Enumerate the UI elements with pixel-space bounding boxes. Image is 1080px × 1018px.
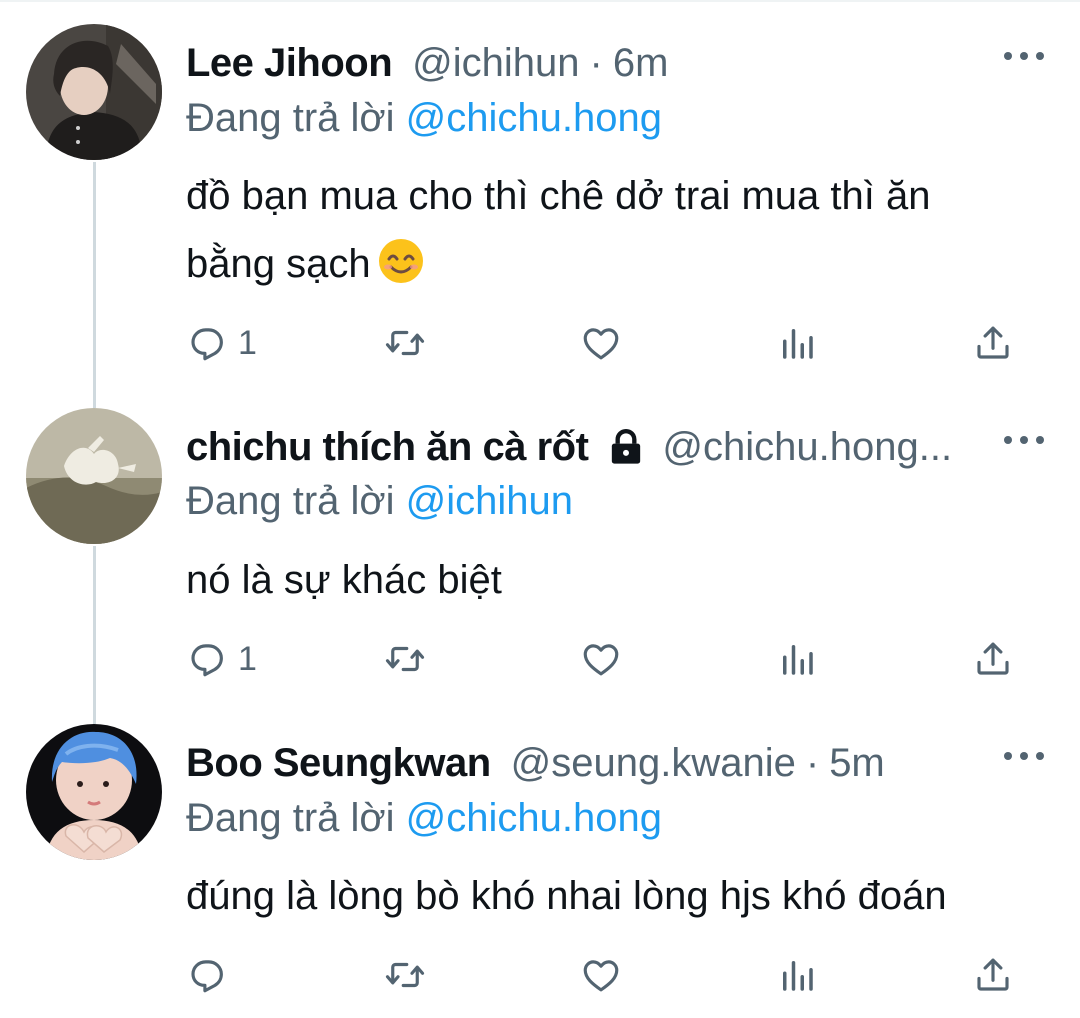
- heart-icon: [583, 960, 619, 992]
- more-icon[interactable]: [1004, 746, 1044, 766]
- username[interactable]: @seung.kwanie: [511, 738, 796, 788]
- like-button[interactable]: [580, 634, 622, 684]
- username[interactable]: @chichu.hong...: [662, 422, 1000, 472]
- display-name[interactable]: chichu thích ăn cà rốt: [186, 422, 589, 472]
- replying-to-label: Đang trả lời: [186, 96, 395, 140]
- replying-to-label: Đang trả lời: [186, 796, 395, 840]
- tweet-actions: 1: [186, 318, 1026, 368]
- reply-button[interactable]: [186, 950, 238, 1000]
- heart-icon: [583, 328, 619, 360]
- replying-to: Đang trả lời @chichu.hong: [186, 93, 662, 143]
- share-button[interactable]: [972, 950, 1014, 1000]
- reply-count: 1: [238, 639, 257, 678]
- lock-icon: [612, 428, 641, 464]
- mention-link[interactable]: @ichihun: [406, 479, 573, 523]
- tweet-text: nó là sự khác biệt: [186, 546, 1046, 614]
- tweet-actions: 1: [186, 634, 1026, 684]
- reply-icon: [191, 960, 223, 993]
- display-name[interactable]: Boo Seungkwan: [186, 738, 491, 788]
- tweet-header: Boo Seungkwan @seung.kwanie · 5m: [186, 738, 1000, 788]
- share-icon: [977, 642, 1009, 675]
- tweet[interactable]: chichu thích ăn cà rốt @chichu.hong... Đ…: [0, 400, 1080, 720]
- tweet-text-line: đúng là lòng bò khó nhai lòng hjs khó đo…: [186, 874, 947, 918]
- separator-dot: ·: [805, 741, 820, 785]
- smiling-face-emoji: [378, 239, 423, 283]
- views-icon: [783, 645, 813, 675]
- avatar[interactable]: [26, 408, 162, 544]
- views-icon: [783, 961, 813, 991]
- timestamp[interactable]: 6m: [613, 38, 669, 88]
- retweet-icon: [385, 962, 425, 988]
- replying-to: Đang trả lời @ichihun: [186, 476, 573, 526]
- tweet-actions: [186, 950, 1026, 1000]
- display-name[interactable]: Lee Jihoon: [186, 38, 393, 88]
- reply-icon: [191, 328, 223, 361]
- views-button[interactable]: [776, 318, 818, 368]
- like-button[interactable]: [580, 950, 622, 1000]
- replying-to: Đang trả lời @chichu.hong: [186, 793, 662, 843]
- retweet-icon: [385, 646, 425, 672]
- tweet-header: Lee Jihoon @ichihun · 6m: [186, 38, 1000, 88]
- username[interactable]: @ichihun: [412, 38, 579, 88]
- retweet-icon: [385, 330, 425, 356]
- separator-dot: ·: [589, 41, 603, 85]
- tweet-text-line: đồ bạn mua cho thì chê dở trai mua thì ă…: [186, 174, 931, 218]
- share-button[interactable]: [972, 318, 1014, 368]
- tweet[interactable]: Lee Jihoon @ichihun · 6m Đang trả lời @c…: [0, 0, 1080, 400]
- tweet-text-line: nó là sự khác biệt: [186, 558, 502, 602]
- mention-link[interactable]: @chichu.hong: [406, 796, 662, 840]
- reply-button[interactable]: 1: [186, 318, 257, 368]
- tweet[interactable]: Boo Seungkwan @seung.kwanie · 5m Đang tr…: [0, 720, 1080, 1018]
- avatar[interactable]: [26, 24, 162, 160]
- tweet-header: chichu thích ăn cà rốt @chichu.hong...: [186, 422, 1000, 472]
- reply-icon: [191, 644, 223, 677]
- views-button[interactable]: [776, 634, 818, 684]
- share-icon: [977, 958, 1009, 991]
- avatar[interactable]: [26, 724, 162, 860]
- retweet-button[interactable]: [384, 634, 426, 684]
- like-button[interactable]: [580, 318, 622, 368]
- replying-to-label: Đang trả lời: [186, 479, 395, 523]
- views-icon: [783, 329, 813, 359]
- more-icon[interactable]: [1004, 46, 1044, 66]
- timestamp[interactable]: 5m: [829, 738, 885, 788]
- reply-count: 1: [238, 323, 257, 362]
- tweet-text: đồ bạn mua cho thì chê dở trai mua thì ă…: [186, 162, 1046, 298]
- views-button[interactable]: [776, 950, 818, 1000]
- mention-link[interactable]: @chichu.hong: [406, 96, 662, 140]
- retweet-button[interactable]: [384, 318, 426, 368]
- tweet-text-line: bằng sạch: [186, 242, 371, 286]
- share-icon: [977, 326, 1009, 359]
- share-button[interactable]: [972, 634, 1014, 684]
- retweet-button[interactable]: [384, 950, 426, 1000]
- heart-icon: [583, 644, 619, 676]
- tweet-text: đúng là lòng bò khó nhai lòng hjs khó đo…: [186, 862, 1046, 930]
- reply-button[interactable]: 1: [186, 634, 257, 684]
- more-icon[interactable]: [1004, 430, 1044, 450]
